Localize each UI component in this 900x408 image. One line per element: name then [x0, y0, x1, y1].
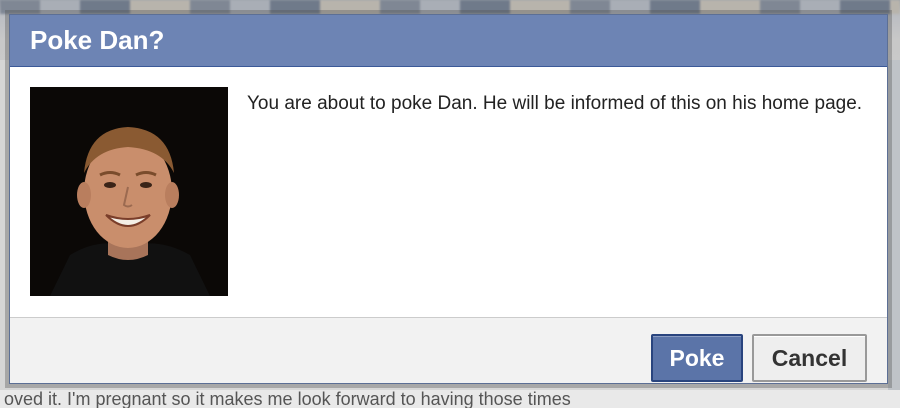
dialog-header: Poke Dan? [10, 15, 887, 67]
avatar-photo [30, 87, 228, 296]
avatar [30, 87, 228, 296]
dialog-message: You are about to poke Dan. He will be in… [247, 93, 863, 114]
background-photo-strip [0, 0, 900, 14]
background-comment-text: oved it. I'm pregnant so it makes me loo… [0, 390, 900, 408]
poke-button[interactable]: Poke [651, 334, 743, 382]
cancel-button[interactable]: Cancel [752, 334, 867, 382]
dialog-body: You are about to poke Dan. He will be in… [10, 67, 887, 317]
background-right-edge [888, 60, 900, 390]
dialog-footer: Poke Cancel [10, 317, 887, 383]
dialog-title: Poke Dan? [30, 25, 165, 55]
poke-dialog: Poke Dan? You are about to poke Dan. He … [9, 14, 888, 384]
